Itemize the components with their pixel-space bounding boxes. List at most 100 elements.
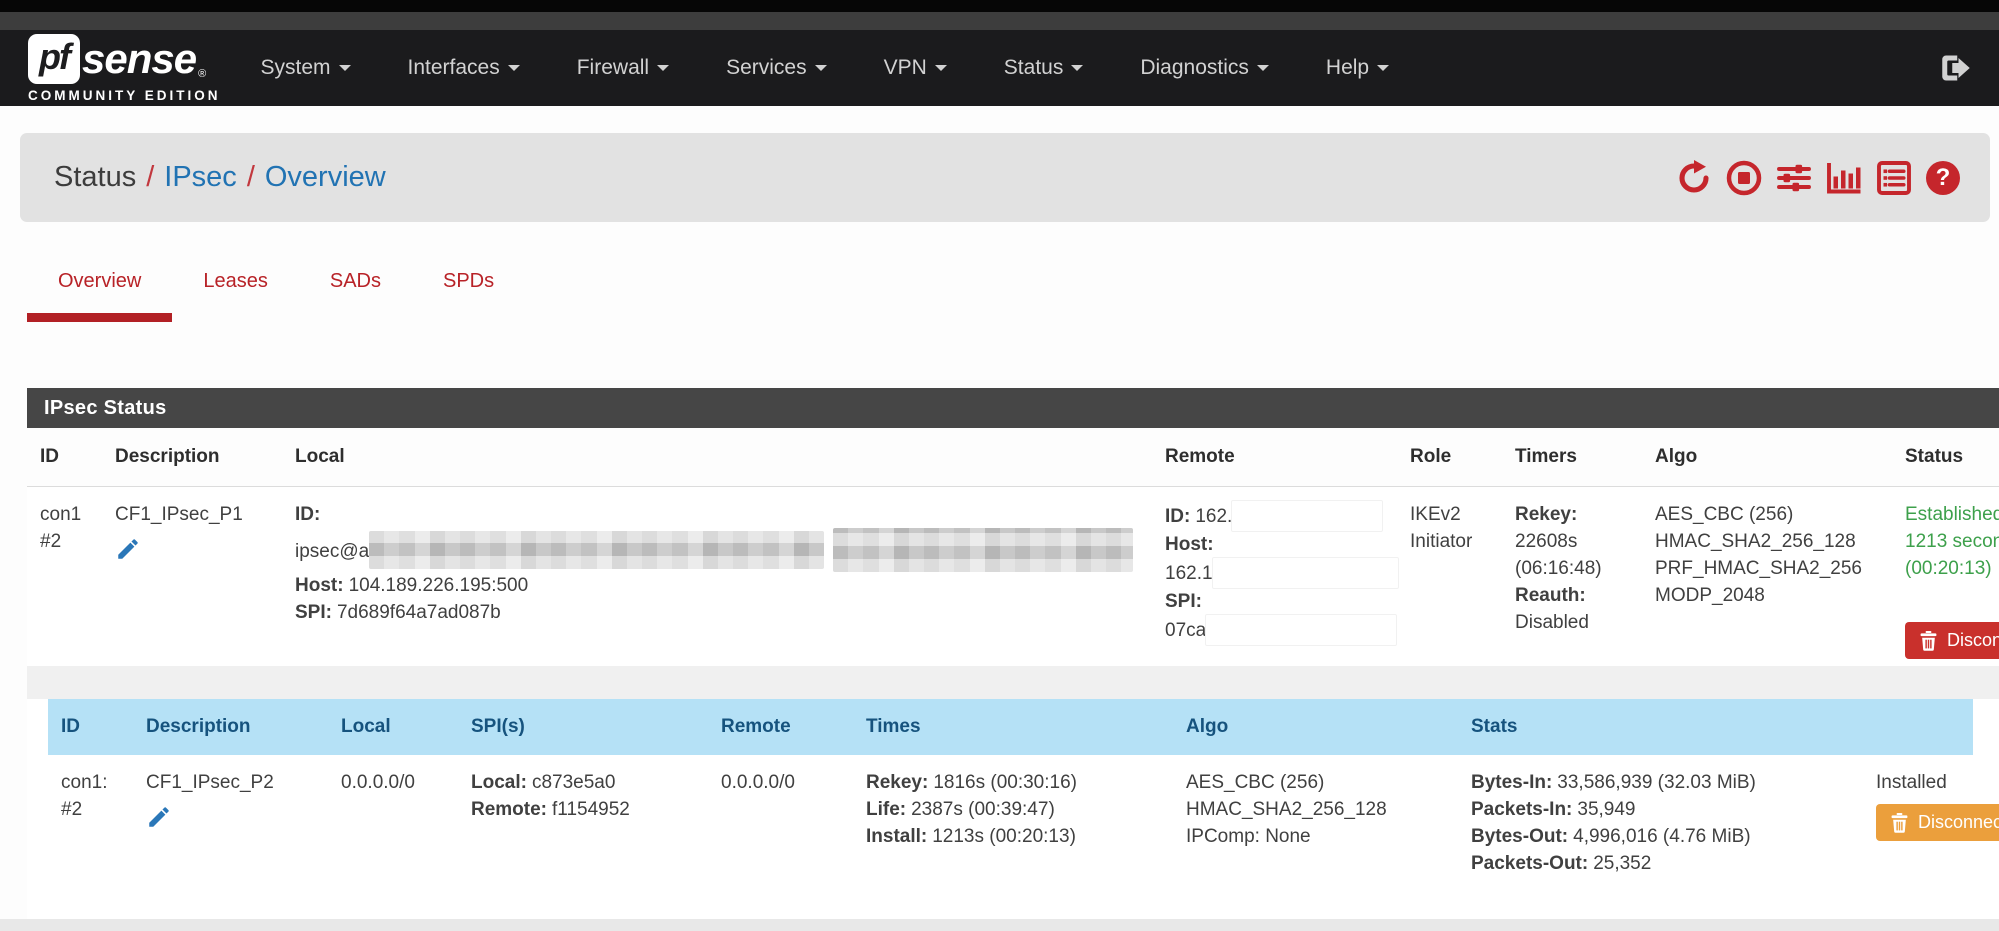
disconnect-button[interactable]: Disconnect (1876, 804, 1999, 841)
cell-remote: ID:162. Host: 162.1 SPI: 07ca (1152, 486, 1397, 666)
local-spi-label: SPI: (295, 602, 332, 623)
help-glyph: ? (1936, 164, 1951, 192)
redacted-block (369, 531, 824, 569)
col-header-algo: Algo (1173, 699, 1458, 755)
sign-out-icon[interactable] (1941, 54, 1971, 82)
cell-id: con1 #2 (27, 486, 102, 666)
disconnect-button[interactable]: Disconnect (1905, 622, 1999, 659)
edit-pencil-icon[interactable] (146, 804, 172, 836)
chevron-down-icon (1377, 65, 1389, 71)
col-header-status-blank (1863, 699, 1973, 755)
top-gray-strip (0, 12, 1999, 30)
pfsense-logo-wordmark: pf sense ® (28, 34, 221, 84)
reauth-value: Disabled (1515, 609, 1634, 636)
nav-item-vpn[interactable]: VPN (884, 56, 947, 80)
table-row: con1: #2 CF1_IPsec_P2 0.0.0.0/0 (48, 755, 1973, 919)
breadcrumb: Status/IPsec/Overview (54, 161, 386, 194)
page-bottom-strip (0, 919, 1999, 931)
col-header-times: Times (853, 699, 1173, 755)
nav-menu: System Interfaces Firewall Services VPN … (261, 56, 1942, 80)
chevron-down-icon (815, 65, 827, 71)
redacted-block (1213, 558, 1398, 588)
table-header-row: ID Description Local Remote Role Timers … (27, 428, 1999, 486)
remote-id-value: 162. (1195, 506, 1232, 527)
pf-logo-box: pf (28, 34, 80, 84)
remote-spi-label: SPI: (1165, 591, 1202, 612)
disconnect-button-label: Disconnect (1947, 630, 1999, 651)
col-header-local: Local (282, 428, 1152, 486)
remote-id-label: ID: (1165, 506, 1190, 527)
spi-remote-label: Remote: (471, 799, 547, 820)
nav-item-system[interactable]: System (261, 56, 351, 80)
tab-leases[interactable]: Leases (172, 270, 299, 322)
registered-mark: ® (198, 68, 206, 80)
tab-sads[interactable]: SADs (299, 270, 412, 322)
role-mode: Initiator (1410, 528, 1494, 555)
status-established: Established (1905, 501, 1999, 528)
nav-item-services[interactable]: Services (726, 56, 827, 80)
col-header-description: Description (102, 428, 282, 486)
role-protocol: IKEv2 (1410, 501, 1494, 528)
help-icon[interactable]: ? (1926, 161, 1960, 195)
nav-item-status[interactable]: Status (1004, 56, 1084, 80)
status-uptime-clock: (00:20:13) (1905, 555, 1999, 582)
child-header-row: ID Description Local SPI(s) Remote Times… (48, 699, 1973, 755)
cell-id: con1: #2 (48, 755, 133, 919)
description-text: CF1_IPsec_P2 (146, 769, 320, 796)
cell-spis: Local:c873e5a0 Remote:f1154952 (458, 755, 708, 919)
top-black-strip (0, 0, 1999, 12)
cell-remote: 0.0.0.0/0 (708, 755, 853, 919)
panel-title: IPsec Status (27, 388, 1999, 428)
nav-item-firewall[interactable]: Firewall (577, 56, 669, 80)
redacted-block (1206, 615, 1396, 645)
breadcrumb-separator: / (237, 161, 265, 193)
nav-item-label: Status (1004, 56, 1064, 79)
nav-item-label: Help (1326, 56, 1369, 79)
pfsense-ipsec-overview-page: pf sense ® COMMUNITY EDITION System Inte… (0, 0, 1999, 931)
col-header-local: Local (328, 699, 458, 755)
sliders-icon[interactable] (1776, 160, 1812, 196)
remote-network: 0.0.0.0/0 (721, 769, 845, 796)
stop-icon[interactable] (1726, 160, 1762, 196)
connection-id: con1 (40, 501, 94, 528)
col-header-remote: Remote (708, 699, 853, 755)
chevron-down-icon (339, 65, 351, 71)
edit-pencil-icon[interactable] (115, 536, 141, 568)
pfsense-logo[interactable]: pf sense ® COMMUNITY EDITION (28, 34, 221, 103)
spi-local-value: c873e5a0 (532, 772, 615, 793)
remote-host-label: Host: (1165, 534, 1214, 555)
nav-item-help[interactable]: Help (1326, 56, 1389, 80)
spi-remote-value: f1154952 (552, 799, 630, 820)
breadcrumb-link-ipsec[interactable]: IPsec (164, 161, 237, 193)
table-row: con1 #2 CF1_IPsec_P1 ID: ipsec@a Host:10… (27, 486, 1999, 666)
cell-local: ID: ipsec@a Host:104.189.226.195:500 SPI… (282, 486, 1152, 666)
col-header-stats: Stats (1458, 699, 1863, 755)
nav-item-label: Services (726, 56, 807, 79)
refresh-icon[interactable] (1676, 160, 1712, 196)
trash-icon (1890, 812, 1909, 833)
cell-local: 0.0.0.0/0 (328, 755, 458, 919)
tab-spds[interactable]: SPDs (412, 270, 525, 322)
cell-status: Installed Disconnect (1863, 755, 1973, 919)
tab-overview[interactable]: Overview (27, 270, 172, 322)
cell-timers: Rekey: 22608s (06:16:48) Reauth: Disable… (1502, 486, 1642, 666)
ipsec-status-table: ID Description Local Remote Role Timers … (27, 428, 1999, 666)
breadcrumb-link-overview[interactable]: Overview (265, 161, 386, 193)
bar-chart-icon[interactable] (1826, 160, 1862, 196)
ipsec-tabs: Overview Leases SADs SPDs (27, 270, 525, 322)
nav-item-interfaces[interactable]: Interfaces (408, 56, 520, 80)
sense-logo-text: sense (82, 35, 196, 83)
list-icon[interactable] (1876, 160, 1912, 196)
cell-algo: AES_CBC (256) HMAC_SHA2_256_128 IPComp: … (1173, 755, 1458, 919)
nav-item-diagnostics[interactable]: Diagnostics (1140, 56, 1269, 80)
cell-description: CF1_IPsec_P1 (102, 486, 282, 666)
local-id-value: ipsec@a (295, 541, 369, 562)
local-host-label: Host: (295, 575, 344, 596)
local-network: 0.0.0.0/0 (341, 769, 450, 796)
col-header-role: Role (1397, 428, 1502, 486)
nav-item-label: VPN (884, 56, 927, 79)
disconnect-button-label: Disconnect (1918, 812, 1999, 833)
chevron-down-icon (935, 65, 947, 71)
ipsec-status-panel: IPsec Status ID Description Local Remote… (27, 388, 1999, 919)
cell-times: Rekey:1816s (00:30:16) Life:2387s (00:39… (853, 755, 1173, 919)
